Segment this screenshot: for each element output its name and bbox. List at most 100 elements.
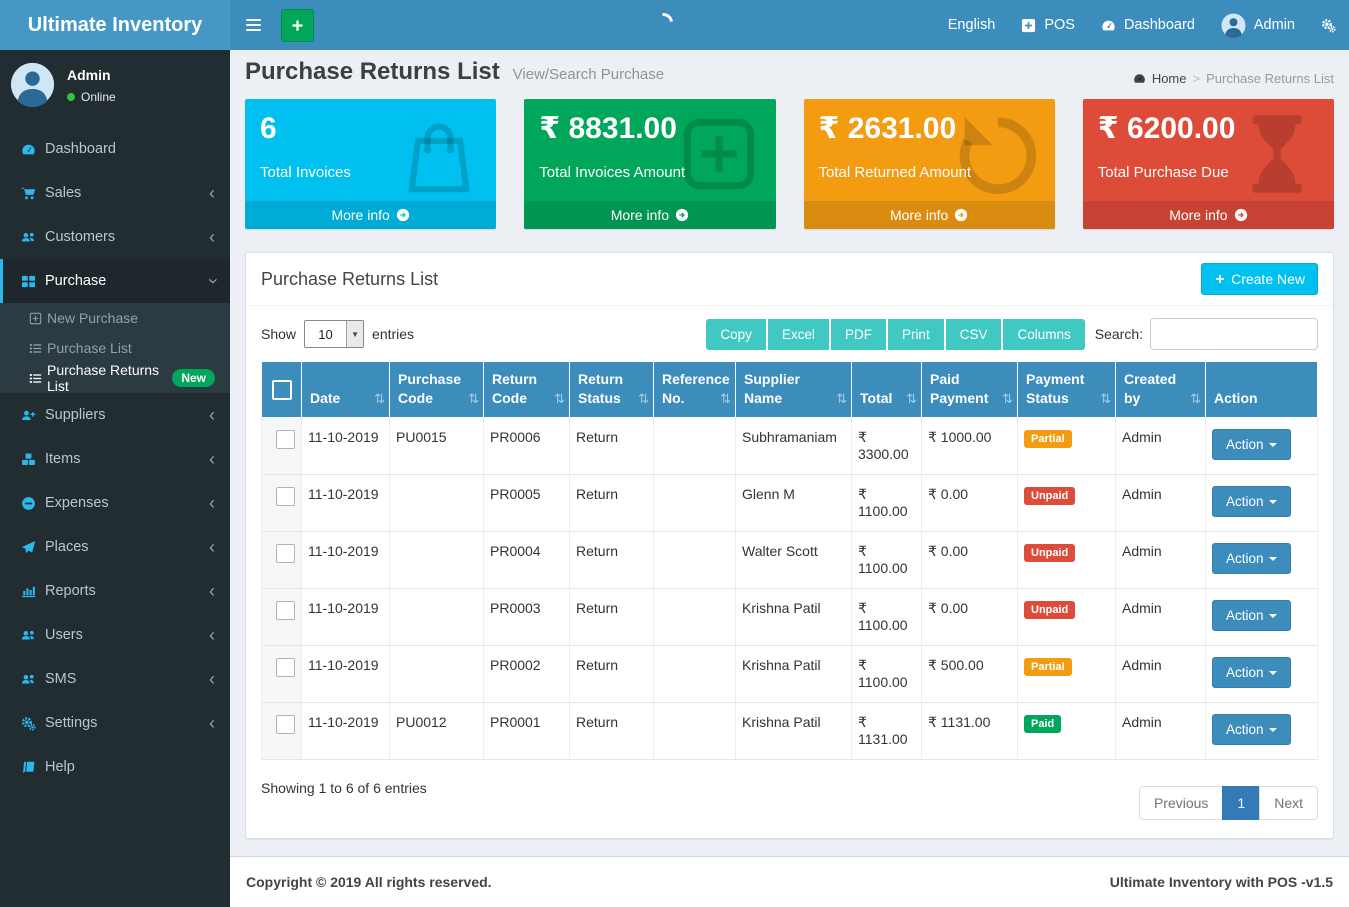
pdf-button[interactable]: PDF — [831, 319, 886, 350]
panel-title: Purchase Returns List — [261, 269, 438, 290]
brand-logo[interactable]: Ultimate Inventory — [0, 0, 230, 50]
sort-icon: ⇅ — [638, 390, 649, 408]
row-action-button[interactable]: Action — [1212, 600, 1291, 631]
cell-return-status: Return — [570, 703, 654, 760]
row-checkbox[interactable] — [276, 430, 295, 449]
info-box-value: ₹ 2631.00 — [804, 99, 1055, 147]
create-new-button[interactable]: Create New — [1201, 263, 1318, 295]
more-info-link[interactable]: More info — [1083, 201, 1334, 229]
paper-plane-icon — [15, 540, 42, 555]
sidebar-item-label: Items — [45, 451, 209, 467]
user-menu[interactable]: Admin — [1208, 0, 1308, 50]
cell-date: 11-10-2019 — [302, 703, 390, 760]
sidebar-item-purchase[interactable]: Purchase‹ — [0, 259, 230, 303]
sidebar-subitem-new-purchase[interactable]: New Purchase — [0, 303, 230, 333]
cell-return-status: Return — [570, 532, 654, 589]
dashboard-link[interactable]: Dashboard — [1088, 0, 1208, 50]
sidebar-item-sms[interactable]: SMS‹ — [0, 657, 230, 701]
more-info-link[interactable]: More info — [524, 201, 775, 229]
more-info-link[interactable]: More info — [804, 201, 1055, 229]
sidebar-item-expenses[interactable]: Expenses‹ — [0, 481, 230, 525]
row-action-button[interactable]: Action — [1212, 486, 1291, 517]
sidebar-item-places[interactable]: Places‹ — [0, 525, 230, 569]
row-checkbox[interactable] — [276, 487, 295, 506]
sidebar-item-users[interactable]: Users‹ — [0, 613, 230, 657]
create-new-label: Create New — [1231, 271, 1305, 287]
sidebar-item-sales[interactable]: Sales‹ — [0, 171, 230, 215]
page-length-select[interactable]: 10 ▼ — [304, 320, 364, 348]
table-row: 11-10-2019PU0015PR0006ReturnSubhramaniam… — [262, 418, 1318, 475]
columns-button[interactable]: Columns — [1003, 319, 1084, 350]
cell-action: Action — [1206, 532, 1318, 589]
cell-supplier-name: Subhramaniam — [736, 418, 852, 475]
row-action-button[interactable]: Action — [1212, 429, 1291, 460]
column-header-return-status[interactable]: Return Status⇅ — [570, 362, 654, 418]
copy-button[interactable]: Copy — [706, 319, 766, 350]
page-length-value: 10 — [305, 321, 346, 347]
select-all-checkbox[interactable] — [272, 380, 292, 400]
column-header-date[interactable]: Date⇅ — [302, 362, 390, 418]
sidebar-item-help[interactable]: Help — [0, 745, 230, 789]
cell-payment-status: Unpaid — [1018, 475, 1116, 532]
row-checkbox[interactable] — [276, 601, 295, 620]
cell-reference-no — [654, 418, 736, 475]
cell-action: Action — [1206, 418, 1318, 475]
row-action-button[interactable]: Action — [1212, 543, 1291, 574]
row-checkbox[interactable] — [276, 544, 295, 563]
cell-select — [262, 475, 302, 532]
sidebar-item-settings[interactable]: Settings‹ — [0, 701, 230, 745]
column-header-supplier-name[interactable]: Supplier Name⇅ — [736, 362, 852, 418]
sidebar-item-suppliers[interactable]: Suppliers‹ — [0, 393, 230, 437]
chevron-left-icon: ‹ — [209, 538, 215, 556]
navbar-main: EnglishPOSDashboardAdmin — [230, 0, 1349, 50]
sidebar-menu: DashboardSales‹Customers‹Purchase‹New Pu… — [0, 127, 230, 789]
column-header-total[interactable]: Total⇅ — [852, 362, 922, 418]
pagination-next[interactable]: Next — [1259, 786, 1318, 820]
column-header-paid-payment[interactable]: Paid Payment⇅ — [922, 362, 1018, 418]
column-header-purchase-code[interactable]: Purchase Code⇅ — [390, 362, 484, 418]
sidebar-item-reports[interactable]: Reports‹ — [0, 569, 230, 613]
page-footer: Copyright © 2019 All rights reserved. Ul… — [230, 856, 1349, 907]
row-checkbox[interactable] — [276, 658, 295, 677]
row-action-button[interactable]: Action — [1212, 657, 1291, 688]
column-header-payment-status[interactable]: Payment Status⇅ — [1018, 362, 1116, 418]
sidebar-user-status[interactable]: Online — [67, 90, 116, 104]
column-header-reference-no[interactable]: Reference No.⇅ — [654, 362, 736, 418]
cell-payment-status: Partial — [1018, 418, 1116, 475]
chevron-left-icon: ‹ — [209, 406, 215, 424]
pos-link[interactable]: POS — [1008, 0, 1088, 50]
language-menu[interactable]: English — [935, 0, 1009, 50]
user-plus-icon — [15, 408, 42, 423]
row-checkbox[interactable] — [276, 715, 295, 734]
cell-reference-no — [654, 589, 736, 646]
excel-button[interactable]: Excel — [768, 319, 829, 350]
pagination-page-1[interactable]: 1 — [1222, 786, 1260, 820]
pagination-previous[interactable]: Previous — [1139, 786, 1223, 820]
arrow-circle-right-icon — [675, 208, 689, 222]
column-header-return-code[interactable]: Return Code⇅ — [484, 362, 570, 418]
cell-return-code: PR0001 — [484, 703, 570, 760]
column-header-created-by[interactable]: Created by⇅ — [1116, 362, 1206, 418]
sort-icon: ⇅ — [1190, 390, 1201, 408]
more-info-link[interactable]: More info — [245, 201, 496, 229]
sidebar-toggle-button[interactable] — [230, 0, 276, 50]
quick-add-button[interactable] — [281, 9, 314, 42]
print-button[interactable]: Print — [888, 319, 944, 350]
sidebar-item-items[interactable]: Items‹ — [0, 437, 230, 481]
page-heading: Purchase Returns List View/Search Purcha… — [245, 58, 664, 86]
top-navbar: Ultimate Inventory EnglishPOSDashboardAd… — [0, 0, 1349, 50]
csv-button[interactable]: CSV — [946, 319, 1002, 350]
breadcrumb-home-link[interactable]: Home — [1152, 71, 1187, 86]
cell-action: Action — [1206, 589, 1318, 646]
settings-menu[interactable] — [1308, 0, 1349, 50]
cell-return-code: PR0004 — [484, 532, 570, 589]
sidebar-subitem-purchase-returns-list[interactable]: Purchase Returns ListNew — [0, 363, 230, 393]
sidebar-item-dashboard[interactable]: Dashboard — [0, 127, 230, 171]
row-action-button[interactable]: Action — [1212, 714, 1291, 745]
sidebar-subitem-purchase-list[interactable]: Purchase List — [0, 333, 230, 363]
sidebar-item-customers[interactable]: Customers‹ — [0, 215, 230, 259]
search-input[interactable] — [1150, 318, 1318, 350]
cell-action: Action — [1206, 646, 1318, 703]
payment-status-badge: Unpaid — [1024, 601, 1075, 619]
chevron-left-icon: ‹ — [209, 228, 215, 246]
